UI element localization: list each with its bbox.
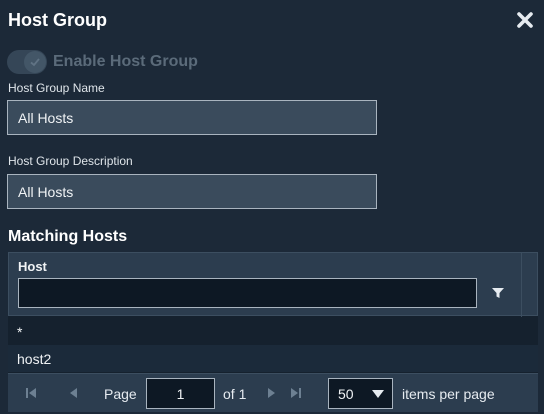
page-size-value: 50 [338,385,354,402]
previous-page-icon [70,388,77,398]
checkmark-icon [30,58,40,67]
table-row[interactable]: host2 [8,345,538,372]
toggle-knob [24,51,46,73]
chevron-down-icon [372,390,384,398]
last-page-button[interactable] [287,384,305,402]
host-group-name-label: Host Group Name [8,81,105,95]
header-divider [521,253,522,317]
pager: Page 1 of 1 50 items per page [8,373,538,412]
page-number-input[interactable]: 1 [146,378,215,409]
previous-page-button[interactable] [64,384,82,402]
host-filter-input[interactable] [18,278,477,308]
matching-hosts-title: Matching Hosts [8,228,128,245]
host-column-header[interactable]: Host [18,259,47,274]
table-row[interactable]: * [8,318,538,345]
enable-host-group-toggle[interactable] [7,50,47,74]
host-group-description-input[interactable]: All Hosts [7,174,377,209]
next-page-icon [268,388,275,398]
enable-host-group-row: Enable Host Group [7,50,198,74]
filter-icon [492,288,504,298]
first-page-button[interactable] [22,384,40,402]
page-count-label: of 1 [223,386,247,402]
grid-header: Host [8,252,538,317]
enable-host-group-label: Enable Host Group [53,53,198,70]
close-button[interactable] [514,9,536,31]
host-group-description-label: Host Group Description [8,154,133,168]
next-page-button[interactable] [263,384,281,402]
last-page-icon [291,388,301,398]
dialog-title: Host Group [8,10,107,30]
page-label: Page [104,386,137,402]
close-icon [517,12,533,28]
host-group-name-input[interactable]: All Hosts [7,100,377,135]
items-per-page-label: items per page [402,386,495,402]
filter-button[interactable] [487,282,509,304]
page-size-select[interactable]: 50 [328,378,393,409]
first-page-icon [26,388,36,398]
matching-hosts-grid: Host * host2 Page 1 of 1 50 items per pa… [8,252,538,412]
